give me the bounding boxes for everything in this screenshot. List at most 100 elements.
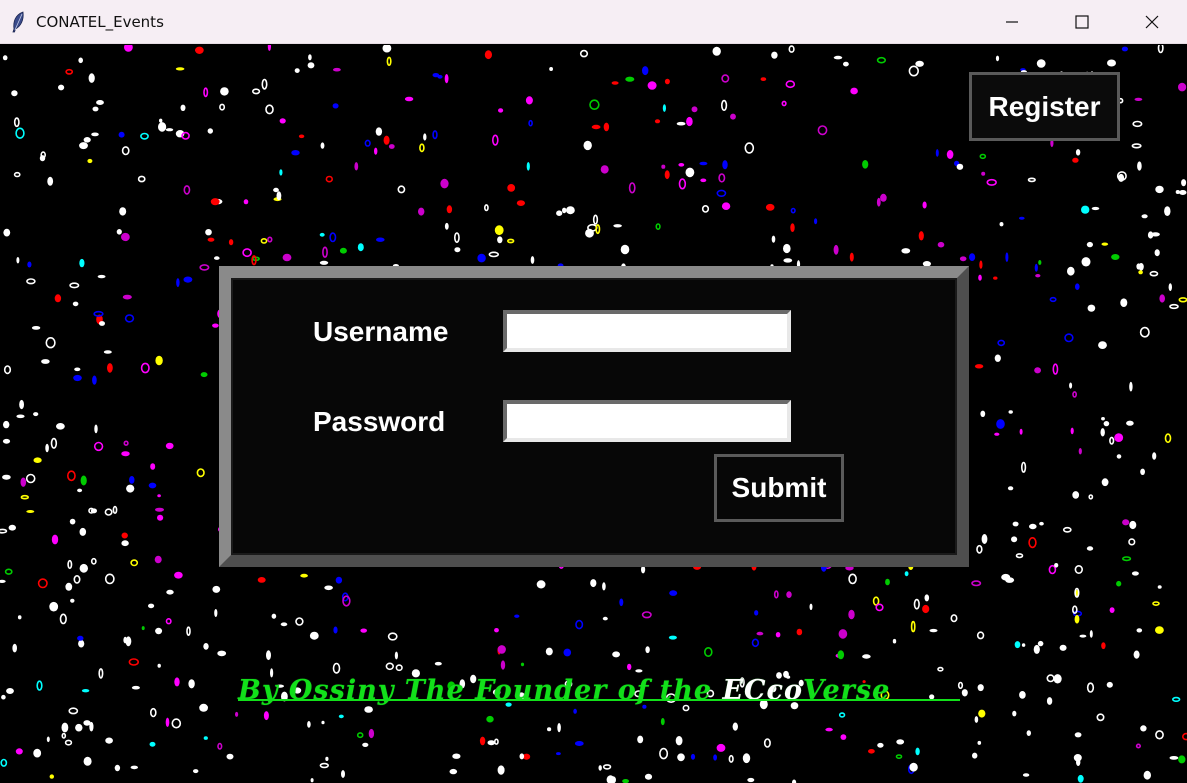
speckle-dot <box>79 563 89 573</box>
speckle-dot <box>1157 45 1164 54</box>
speckle-dot <box>530 256 535 264</box>
speckle-dot <box>972 752 978 759</box>
submit-button[interactable]: Submit <box>714 454 844 522</box>
speckle-dot <box>266 650 271 661</box>
speckle-dot <box>298 134 305 139</box>
speckle-dot <box>0 528 8 534</box>
login-frame: Username Password Submit <box>219 266 969 567</box>
speckle-dot <box>837 650 845 660</box>
speckle-dot <box>140 132 149 140</box>
speckle-dot <box>279 118 286 124</box>
speckle-dot <box>12 643 17 653</box>
speckle-dot <box>1078 448 1082 455</box>
username-input[interactable] <box>503 310 791 352</box>
password-input[interactable] <box>503 400 791 442</box>
speckle-dot <box>675 736 683 746</box>
speckle-dot <box>217 742 223 750</box>
speckle-dot <box>909 762 918 772</box>
speckle-dot <box>497 765 505 775</box>
speckle-dot <box>20 477 27 487</box>
speckle-dot <box>786 591 792 598</box>
speckle-dot <box>61 732 67 739</box>
speckle-dot <box>877 742 884 748</box>
minimize-button[interactable] <box>977 0 1047 44</box>
speckle-dot <box>116 229 122 235</box>
speckle-dot <box>121 540 129 547</box>
speckle-dot <box>659 747 669 760</box>
speckle-dot <box>47 176 54 186</box>
speckle-dot <box>1143 770 1152 780</box>
speckle-dot <box>186 626 191 637</box>
register-button[interactable]: Register <box>969 72 1120 141</box>
speckle-dot <box>1101 242 1109 246</box>
speckle-dot <box>203 87 209 98</box>
speckle-dot <box>273 187 279 193</box>
speckle-dot <box>602 764 612 770</box>
maximize-button[interactable] <box>1047 0 1117 44</box>
speckle-dot <box>922 604 930 614</box>
speckle-dot <box>690 753 696 760</box>
speckle-dot <box>1157 585 1162 589</box>
speckle-dot <box>3 228 11 237</box>
speckle-dot <box>589 99 600 111</box>
speckle-dot <box>199 703 209 712</box>
speckle-dot <box>1101 478 1109 487</box>
speckle-dot <box>37 578 48 589</box>
speckle-dot <box>946 150 954 159</box>
speckle-dot <box>96 100 104 105</box>
speckle-dot <box>703 646 713 657</box>
speckle-dot <box>892 638 897 644</box>
speckle-dot <box>114 764 121 772</box>
speckle-dot <box>498 108 504 113</box>
speckle-dot <box>1072 391 1078 398</box>
speckle-dot <box>1075 149 1081 156</box>
speckle-dot <box>36 680 43 691</box>
speckle-dot <box>848 609 855 620</box>
speckle-dot <box>1140 468 1145 475</box>
speckle-dot <box>783 258 793 263</box>
speckle-dot <box>700 178 707 183</box>
speckle-dot <box>1151 232 1160 237</box>
speckle-dot <box>971 580 982 587</box>
speckle-dot <box>1155 626 1164 634</box>
speckle-dot <box>1107 59 1116 67</box>
speckle-dot <box>1036 59 1046 68</box>
speckle-dot <box>1132 120 1143 128</box>
speckle-dot <box>13 171 21 178</box>
speckle-dot <box>566 206 575 215</box>
speckle-dot <box>1012 710 1017 717</box>
speckle-dot <box>775 632 781 638</box>
speckle-dot <box>875 603 884 612</box>
speckle-dot <box>627 663 632 671</box>
speckle-dot <box>1012 521 1019 527</box>
speckle-dot <box>904 571 909 577</box>
speckle-dot <box>959 256 967 262</box>
speckle-dot <box>783 243 791 254</box>
speckle-dot <box>994 432 1000 436</box>
speckle-dot <box>497 236 503 244</box>
speckle-dot <box>849 252 854 262</box>
speckle-dot <box>212 323 219 328</box>
speckle-dot <box>976 631 985 640</box>
speckle-dot <box>1033 644 1040 654</box>
speckle-dot <box>65 68 74 75</box>
speckle-dot <box>603 122 610 132</box>
speckle-dot <box>590 579 597 588</box>
speckle-dot <box>1069 382 1073 389</box>
speckle-dot <box>74 367 81 372</box>
speckle-dot <box>1128 538 1136 546</box>
speckle-dot <box>265 104 274 115</box>
speckle-dot <box>1081 257 1091 267</box>
speckle-dot <box>1005 252 1009 262</box>
speckle-dot <box>1074 564 1084 574</box>
close-button[interactable] <box>1117 0 1187 44</box>
speckle-dot <box>678 163 685 167</box>
speckle-dot <box>611 81 619 85</box>
speckle-dot <box>49 601 59 612</box>
speckle-dot <box>99 321 105 326</box>
speckle-dot <box>1059 644 1067 651</box>
speckle-dot <box>1081 205 1090 214</box>
speckle-dot <box>444 74 449 84</box>
speckle-dot <box>488 251 499 258</box>
speckle-dot <box>1074 614 1080 624</box>
